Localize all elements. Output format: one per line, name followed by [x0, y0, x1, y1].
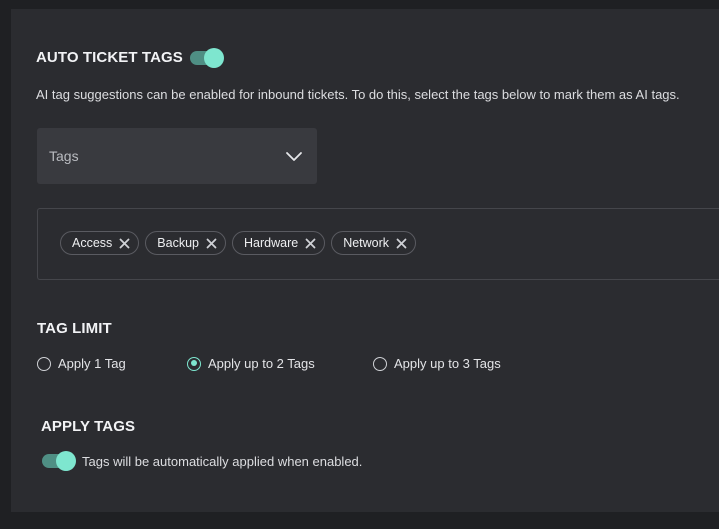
radio-button[interactable]: [37, 356, 51, 371]
apply-tags-description: Tags will be automatically applied when …: [82, 454, 363, 469]
settings-panel: AUTO TICKET TAGS AI tag suggestions can …: [11, 9, 719, 512]
radio-button[interactable]: [187, 356, 201, 371]
toggle-knob: [204, 48, 224, 68]
tag-chip-hardware: Hardware: [232, 231, 326, 255]
tag-chip-access: Access: [60, 231, 140, 255]
tag-chip-label: Access: [72, 236, 113, 250]
auto-ticket-tags-toggle[interactable]: [190, 48, 224, 68]
tag-chip-label: Backup: [157, 236, 199, 250]
tag-limit-title: TAG LIMIT: [37, 320, 112, 337]
selected-tags-box: Access Backup Hardware Network: [37, 208, 719, 280]
radio-apply-1-tag[interactable]: Apply 1 Tag: [37, 356, 126, 371]
radio-apply-up-to-3-tags[interactable]: Apply up to 3 Tags: [373, 356, 501, 371]
tag-chip-backup: Backup: [145, 231, 226, 255]
radio-button[interactable]: [373, 356, 387, 371]
radio-label: Apply up to 2 Tags: [208, 356, 315, 371]
apply-tags-title: APPLY TAGS: [41, 418, 136, 435]
close-icon[interactable]: [304, 237, 317, 250]
tags-select[interactable]: Tags: [37, 128, 317, 184]
auto-tags-description: AI tag suggestions can be enabled for in…: [36, 87, 680, 102]
close-icon[interactable]: [205, 237, 218, 250]
radio-label: Apply up to 3 Tags: [394, 356, 501, 371]
tags-select-placeholder: Tags: [49, 148, 79, 164]
toggle-knob: [56, 451, 76, 471]
radio-label: Apply 1 Tag: [58, 356, 126, 371]
tag-chip-label: Hardware: [244, 236, 299, 250]
tag-chip-network: Network: [331, 231, 417, 255]
chevron-down-icon: [286, 152, 302, 161]
close-icon[interactable]: [118, 237, 131, 250]
tag-chip-label: Network: [343, 236, 390, 250]
close-icon[interactable]: [395, 237, 408, 250]
auto-ticket-tags-title: AUTO TICKET TAGS: [36, 49, 183, 66]
apply-tags-toggle[interactable]: [42, 451, 76, 471]
radio-apply-up-to-2-tags[interactable]: Apply up to 2 Tags: [187, 356, 315, 371]
